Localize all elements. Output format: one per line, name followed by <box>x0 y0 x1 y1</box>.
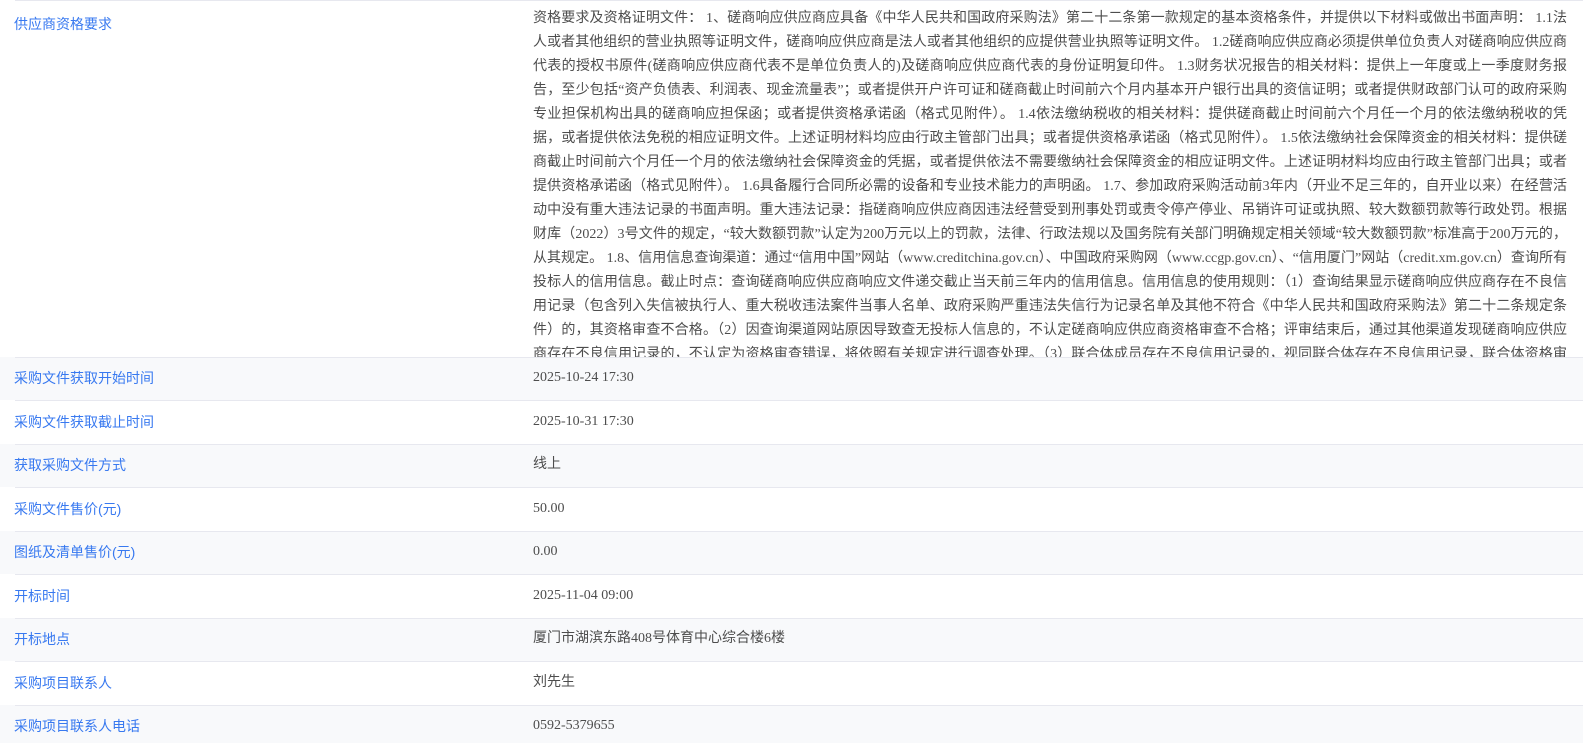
procurement-detail-table: 供应商资格要求 资格要求及资格证明文件： 1、磋商响应供应商应具备《中华人民共和… <box>0 0 1583 743</box>
table-row-doc-price: 采购文件售价(元) 50.00 <box>0 487 1583 531</box>
table-row-doc-obtain-method: 获取采购文件方式 线上 <box>0 444 1583 488</box>
field-label-bid-opening-time: 开标时间 <box>0 586 533 606</box>
field-value-project-contact-phone: 0592-5379655 <box>533 716 1583 736</box>
field-label-project-contact-phone: 采购项目联系人电话 <box>0 716 533 736</box>
field-value-doc-price: 50.00 <box>533 499 1583 519</box>
field-label-doc-price: 采购文件售价(元) <box>0 499 533 519</box>
table-row-bid-opening-time: 开标时间 2025-11-04 09:00 <box>0 574 1583 618</box>
field-label-drawing-list-price: 图纸及清单售价(元) <box>0 542 533 562</box>
field-value-doc-obtain-start-time: 2025-10-24 17:30 <box>533 368 1583 388</box>
field-label-bid-opening-place: 开标地点 <box>0 629 533 649</box>
field-value-supplier-qualification: 资格要求及资格证明文件： 1、磋商响应供应商应具备《中华人民共和国政府采购法》第… <box>533 0 1583 357</box>
table-row-project-contact-phone: 采购项目联系人电话 0592-5379655 <box>0 705 1583 743</box>
field-value-drawing-list-price: 0.00 <box>533 542 1583 562</box>
field-label-doc-obtain-end-time: 采购文件获取截止时间 <box>0 412 533 432</box>
field-value-doc-obtain-end-time: 2025-10-31 17:30 <box>533 412 1583 432</box>
field-value-bid-opening-place: 厦门市湖滨东路408号体育中心综合楼6楼 <box>533 629 1583 649</box>
procurement-notice-detail-page: 供应商资格要求 资格要求及资格证明文件： 1、磋商响应供应商应具备《中华人民共和… <box>0 0 1583 743</box>
table-row-supplier-qualification: 供应商资格要求 资格要求及资格证明文件： 1、磋商响应供应商应具备《中华人民共和… <box>0 0 1583 357</box>
table-row-doc-obtain-end-time: 采购文件获取截止时间 2025-10-31 17:30 <box>0 400 1583 444</box>
field-label-project-contact: 采购项目联系人 <box>0 673 533 693</box>
field-value-bid-opening-time: 2025-11-04 09:00 <box>533 586 1583 606</box>
field-label-supplier-qualification: 供应商资格要求 <box>0 0 533 34</box>
field-value-project-contact: 刘先生 <box>533 673 1583 693</box>
field-label-doc-obtain-method: 获取采购文件方式 <box>0 455 533 475</box>
table-row-project-contact: 采购项目联系人 刘先生 <box>0 661 1583 705</box>
field-label-doc-obtain-start-time: 采购文件获取开始时间 <box>0 368 533 388</box>
table-row-doc-obtain-start-time: 采购文件获取开始时间 2025-10-24 17:30 <box>0 357 1583 401</box>
table-row-drawing-list-price: 图纸及清单售价(元) 0.00 <box>0 531 1583 575</box>
field-value-doc-obtain-method: 线上 <box>533 455 1583 475</box>
table-row-bid-opening-place: 开标地点 厦门市湖滨东路408号体育中心综合楼6楼 <box>0 618 1583 662</box>
